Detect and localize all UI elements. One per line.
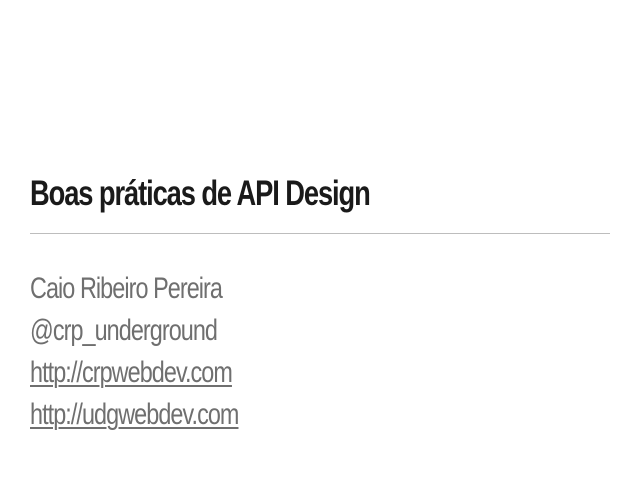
slide: Boas práticas de API Design Caio Ribeiro… bbox=[0, 0, 638, 479]
author-name: Caio Ribeiro Pereira bbox=[30, 272, 223, 305]
crpwebdev-link[interactable]: http://crpwebdev.com bbox=[30, 356, 233, 389]
slide-title: Boas práticas de API Design bbox=[30, 174, 371, 213]
author-handle: @crp_underground bbox=[30, 314, 218, 347]
title-divider bbox=[30, 233, 610, 234]
link-item: http://crpwebdev.com bbox=[30, 352, 238, 394]
udgwebdev-link[interactable]: http://udgwebdev.com bbox=[30, 398, 239, 431]
link-item: http://udgwebdev.com bbox=[30, 394, 239, 436]
author-info: Caio Ribeiro Pereira @crp_underground ht… bbox=[30, 268, 297, 436]
